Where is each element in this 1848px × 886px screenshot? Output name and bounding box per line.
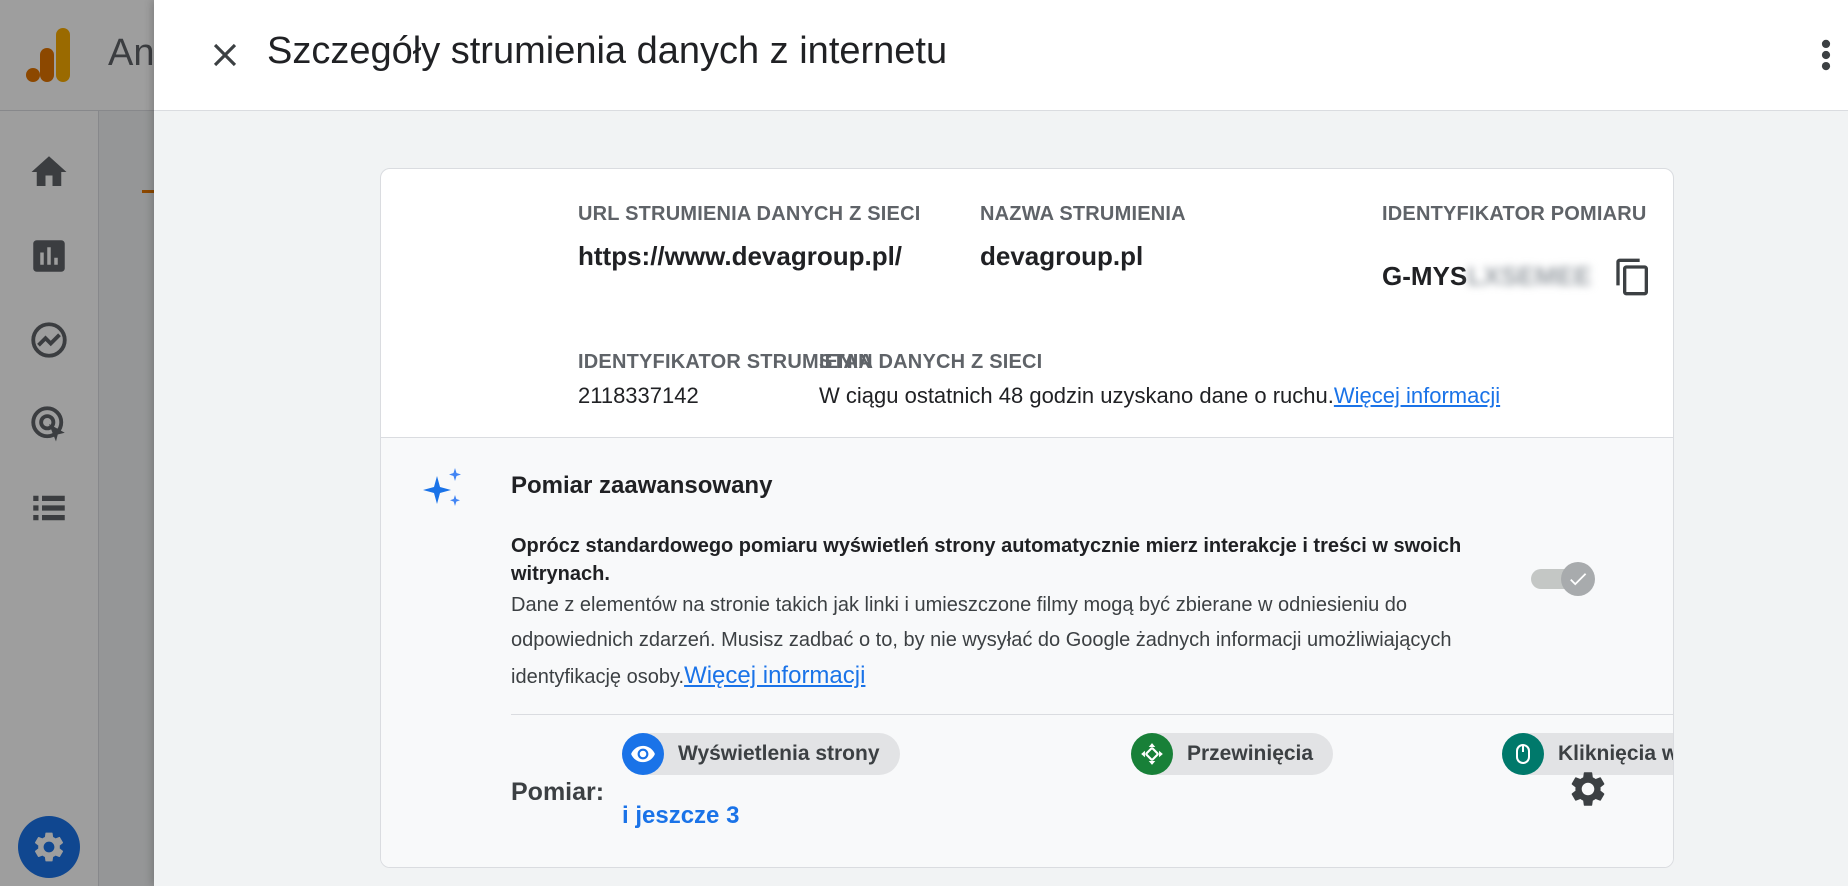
stream-id-value: 2118337142 [578, 383, 699, 408]
eye-icon [622, 733, 664, 775]
advanced-measurement-toggle[interactable] [1531, 560, 1595, 596]
scroll-arrows-icon [1131, 733, 1173, 775]
advanced-measurement-summary: Oprócz standardowego pomiaru wyświetleń … [511, 535, 1462, 585]
stream-name-value: devagroup.pl [980, 241, 1144, 271]
section-divider [511, 714, 1673, 715]
chip-label: Kliknięcia wychodzące [1558, 742, 1673, 765]
url-value: https://www.devagroup.pl/ [578, 241, 903, 271]
copy-icon[interactable] [1613, 255, 1653, 299]
advanced-measurement-title: Pomiar zaawansowany [511, 472, 773, 499]
more-chips-link[interactable]: i jeszcze 3 [622, 802, 739, 830]
more-vert-icon[interactable] [1818, 36, 1834, 74]
stream-name-label: NAZWA STRUMIENIA [980, 203, 1186, 225]
check-icon [1570, 573, 1587, 586]
mouse-icon [1502, 733, 1544, 775]
redacted-text: LXSEMEE [1467, 261, 1592, 291]
panel-title: Szczegóły strumienia danych z internetu [267, 30, 948, 72]
close-icon[interactable] [206, 36, 244, 74]
panel-header: Szczegóły strumienia danych z internetu [154, 0, 1848, 111]
stream-details-panel: Szczegóły strumienia danych z internetu … [154, 0, 1848, 886]
status-text: W ciągu ostatnich 48 godzin uzyskano dan… [819, 383, 1501, 408]
measurement-id-label: IDENTYFIKATOR POMIARU [1382, 203, 1647, 225]
advanced-more-info-link[interactable]: Więcej informacji [684, 662, 865, 689]
chip-label: Wyświetlenia strony [678, 742, 880, 765]
status-more-info-link[interactable]: Więcej informacji [1334, 383, 1500, 408]
advanced-measurement-description: Dane z elementów na stronie takich jak l… [511, 594, 1452, 689]
status-label: STAN DANYCH Z SIECI [819, 351, 1043, 373]
chip-page-views[interactable]: Wyświetlenia strony [622, 733, 900, 775]
measurement-id-value: G-MYSLXSEMEE [1382, 261, 1592, 291]
sparkle-icon [423, 468, 461, 506]
chip-scrolls[interactable]: Przewinięcia [1131, 733, 1334, 775]
chip-label: Przewinięcia [1187, 742, 1314, 765]
measurement-label: Pomiar: [511, 778, 605, 806]
stream-details-card: URL STRUMIENIA DANYCH Z SIECI https://ww… [380, 168, 1674, 868]
advanced-measurement-section: Pomiar zaawansowany Oprócz standardowego… [381, 437, 1673, 867]
url-label: URL STRUMIENIA DANYCH Z SIECI [578, 203, 921, 225]
gear-icon[interactable] [1567, 768, 1609, 810]
